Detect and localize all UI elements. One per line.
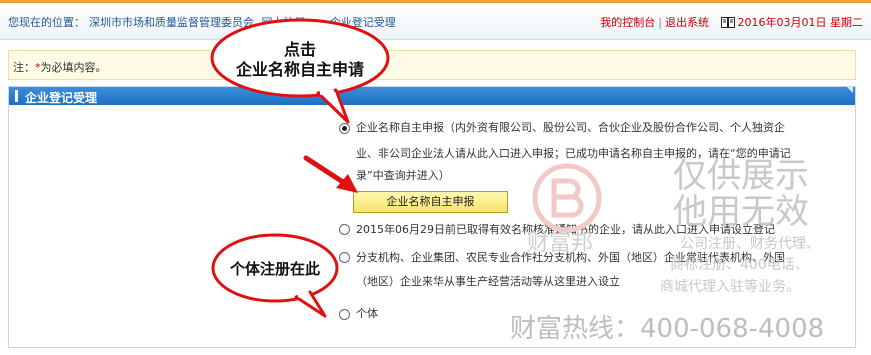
red-arrow-icon: [303, 155, 358, 193]
annotation-layer: [210, 18, 390, 318]
callout-bottom-text: 个体注册在此: [229, 260, 320, 278]
callout-top-line2: 企业名称自主申请: [235, 60, 364, 79]
